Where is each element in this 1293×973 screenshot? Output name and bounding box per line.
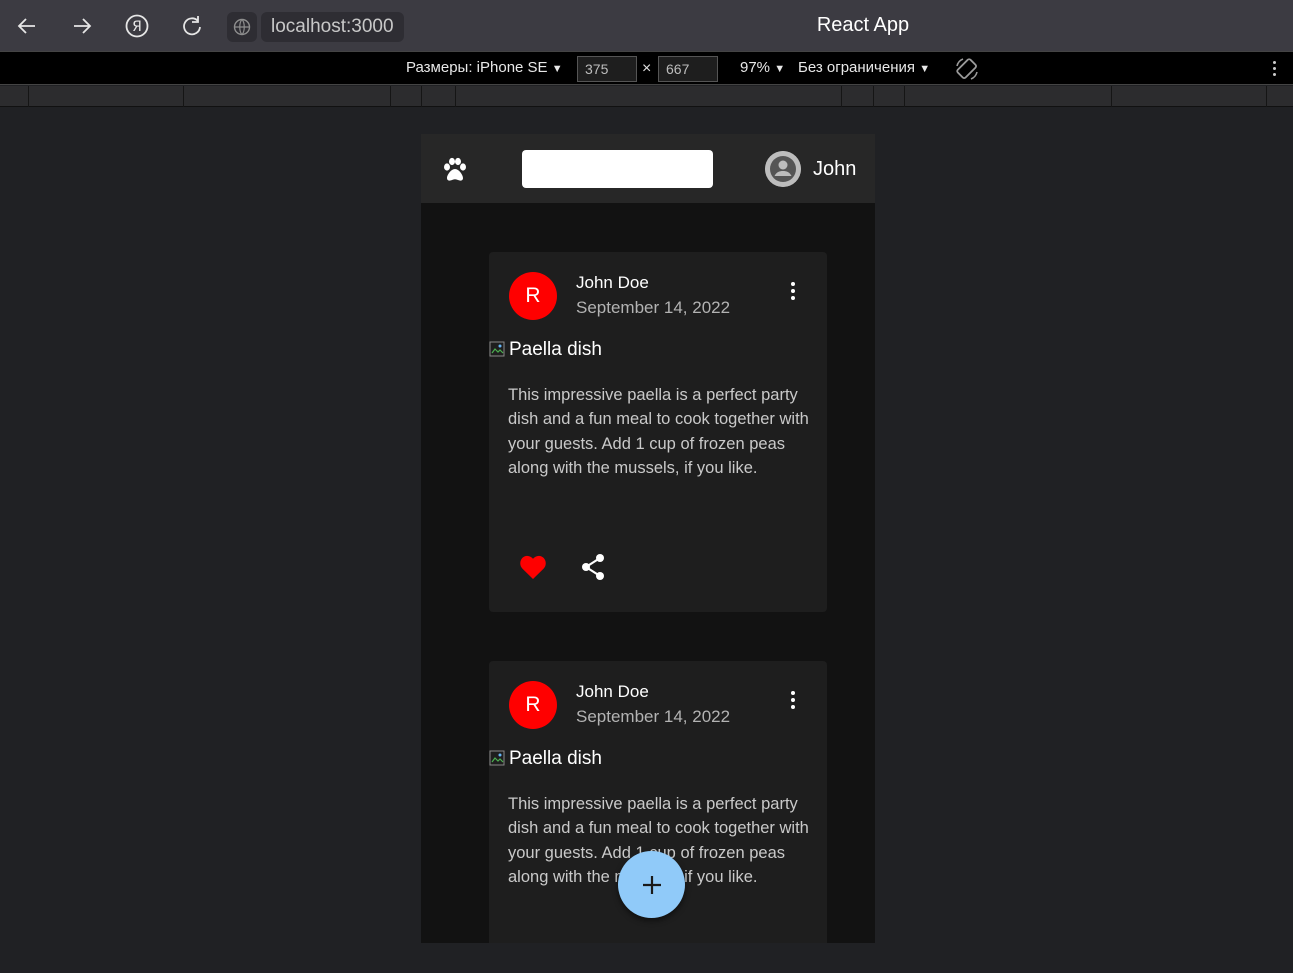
chevron-down-icon: ▼ — [551, 63, 563, 75]
post-image: Paella dish — [489, 339, 602, 361]
post-date: September 14, 2022 — [576, 707, 731, 726]
url-text[interactable]: localhost:3000 — [261, 12, 404, 42]
browser-titlebar: Я localhost:3000 React App — [0, 0, 1293, 51]
broken-image-icon — [489, 750, 507, 768]
broken-image-icon — [489, 341, 507, 359]
add-icon — [642, 875, 661, 894]
account-circle-icon[interactable] — [765, 151, 801, 187]
more-options-icon[interactable] — [1270, 61, 1278, 79]
app-bar: John — [421, 134, 875, 203]
avatar: R — [509, 272, 557, 320]
globe-icon — [227, 12, 257, 42]
media-query-ruler — [0, 86, 1293, 107]
favorite-icon[interactable] — [519, 554, 547, 580]
share-icon[interactable] — [580, 553, 606, 581]
page-title: React App — [816, 14, 910, 36]
image-alt-text: Paella dish — [509, 339, 602, 360]
back-arrow-icon[interactable] — [14, 13, 40, 39]
throttling-value: Без ограничения — [798, 59, 916, 76]
chevron-down-icon: ▼ — [919, 63, 931, 75]
post-text: This impressive paella is a perfect part… — [508, 386, 809, 478]
device-select[interactable]: Размеры: iPhone SE ▼ — [406, 59, 563, 76]
device-viewport: John R John Doe September 14, 2022 Paell… — [421, 134, 875, 943]
zoom-select[interactable]: 97% ▼ — [740, 59, 785, 76]
user-name[interactable]: John — [813, 158, 856, 181]
forward-arrow-icon[interactable] — [69, 13, 95, 39]
height-input[interactable]: 667 — [658, 56, 718, 82]
width-input[interactable]: 375 — [577, 56, 637, 82]
post-date: September 14, 2022 — [576, 298, 731, 317]
search-input[interactable] — [522, 150, 713, 188]
device-label: Размеры: iPhone SE — [406, 59, 548, 76]
svg-text:Я: Я — [132, 19, 142, 35]
add-post-button[interactable] — [618, 851, 685, 918]
reload-icon[interactable] — [179, 13, 205, 39]
avatar: R — [509, 681, 557, 729]
zoom-value: 97% — [740, 59, 771, 76]
rotate-icon[interactable] — [954, 56, 980, 82]
image-alt-text: Paella dish — [509, 748, 602, 769]
post-author: John Doe — [576, 273, 649, 292]
chevron-down-icon: ▼ — [774, 63, 786, 75]
dimension-separator: × — [642, 60, 652, 77]
post-author: John Doe — [576, 682, 649, 701]
more-vert-icon[interactable] — [783, 687, 803, 713]
address-bar[interactable]: localhost:3000 — [227, 12, 407, 42]
device-toolbar: Размеры: iPhone SE ▼ 375 × 667 97% ▼ Без… — [0, 51, 1293, 85]
paw-icon[interactable] — [441, 156, 469, 184]
throttling-select[interactable]: Без ограничения ▼ — [798, 59, 930, 76]
post-image: Paella dish — [489, 748, 602, 770]
more-vert-icon[interactable] — [783, 278, 803, 304]
post-card: R John Doe September 14, 2022 Paella dis… — [489, 252, 827, 612]
yandex-icon[interactable]: Я — [124, 13, 150, 39]
